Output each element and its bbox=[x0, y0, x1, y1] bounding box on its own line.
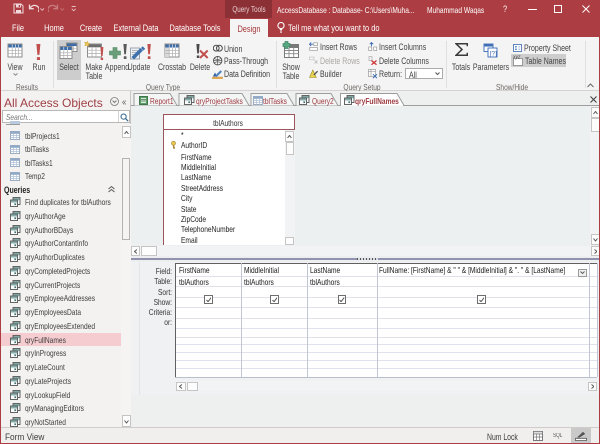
svg-text:[?]: [?] bbox=[490, 50, 497, 57]
svg-text:xyz: xyz bbox=[513, 55, 521, 61]
